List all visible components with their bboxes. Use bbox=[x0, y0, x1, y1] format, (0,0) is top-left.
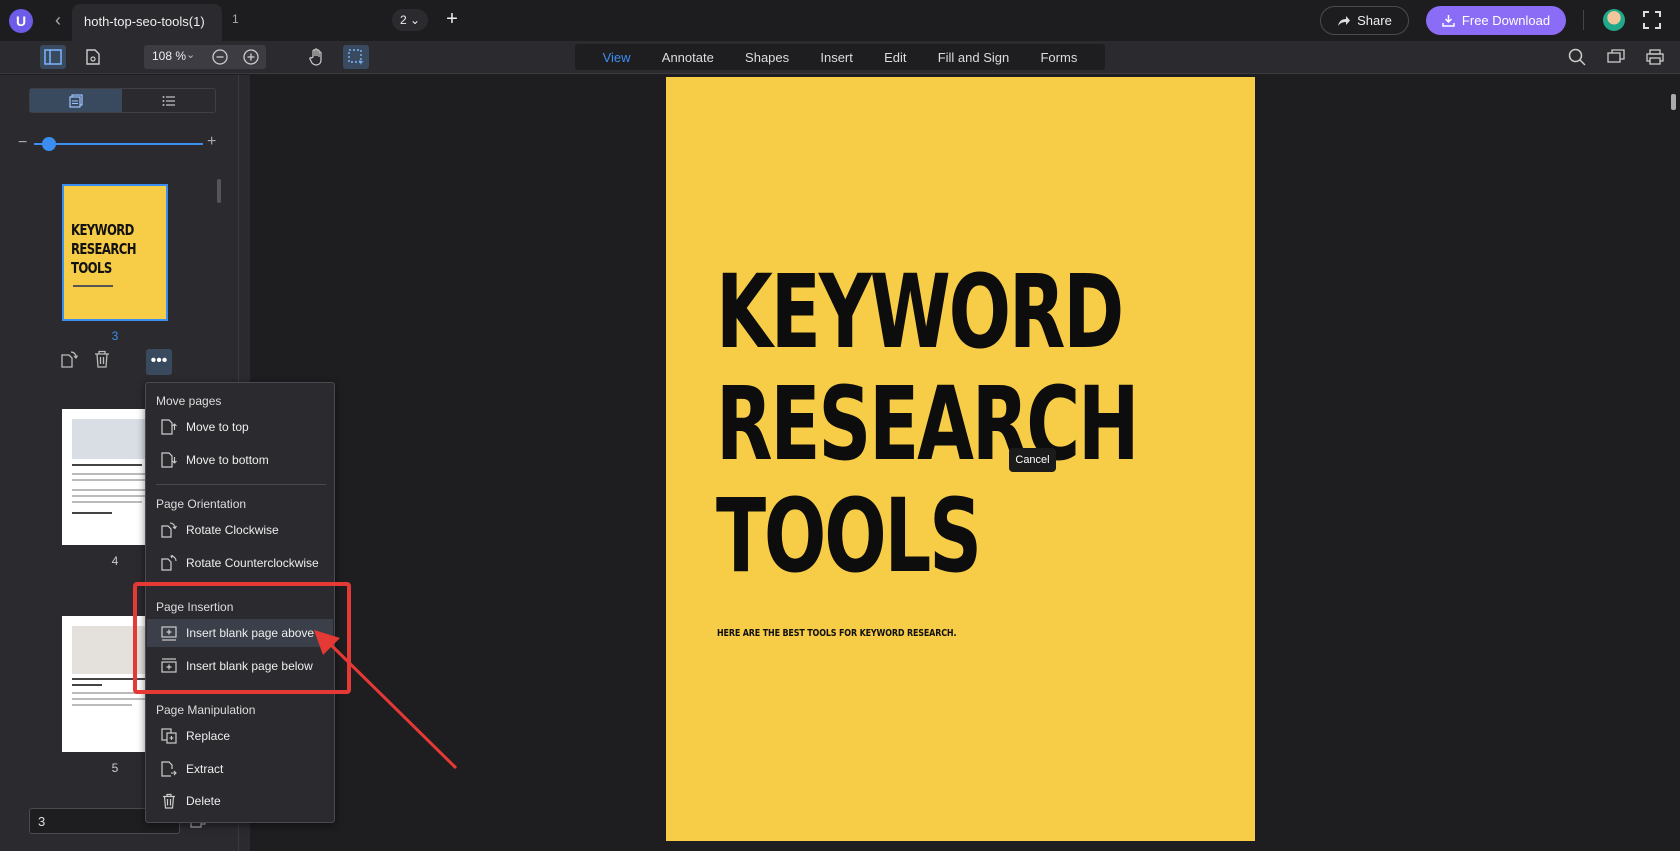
menu-item-move-to-top[interactable]: Move to top bbox=[147, 413, 333, 441]
tab-fill-and-sign[interactable]: Fill and Sign bbox=[938, 50, 1010, 65]
menu-item-move-to-bottom[interactable]: Move to bottom bbox=[147, 446, 333, 474]
menu-item-label: Rotate Counterclockwise bbox=[186, 556, 319, 570]
page-actions bbox=[60, 350, 110, 368]
menu-heading-page-orientation: Page Orientation bbox=[156, 497, 247, 511]
menu-item-label: Replace bbox=[186, 729, 231, 743]
select-tool-icon[interactable] bbox=[343, 45, 369, 69]
slider-handle[interactable] bbox=[42, 137, 56, 151]
fullscreen-icon[interactable] bbox=[1641, 9, 1663, 31]
zoom-out-icon[interactable] bbox=[212, 49, 228, 65]
tab-forms[interactable]: Forms bbox=[1040, 50, 1077, 65]
list-icon bbox=[162, 95, 175, 106]
more-options-button[interactable]: ••• bbox=[146, 349, 172, 375]
move-to-bottom-icon bbox=[161, 452, 177, 468]
download-label: Free Download bbox=[1461, 13, 1551, 28]
rotate-page-icon[interactable] bbox=[60, 350, 78, 368]
rotate-counterclockwise-icon bbox=[161, 555, 177, 571]
menu-item-rotate-clockwise[interactable]: Rotate Clockwise bbox=[147, 516, 333, 544]
mode-tabs: View Annotate Shapes Insert Edit Fill an… bbox=[575, 44, 1105, 70]
zoom-control: 108 % ⌄ bbox=[144, 45, 266, 69]
thumbnail-subtitle-line bbox=[73, 285, 113, 287]
insert-page-below-icon bbox=[161, 658, 177, 673]
thumbnail-zoom-in-icon[interactable]: + bbox=[207, 133, 216, 151]
menu-item-label: Insert blank page below bbox=[186, 659, 313, 673]
scrollbar-thumb[interactable] bbox=[1671, 94, 1676, 110]
thumbnail-view-icon bbox=[69, 93, 83, 108]
menu-item-label: Extract bbox=[186, 762, 224, 776]
back-arrow-icon[interactable]: ‹ bbox=[48, 9, 68, 31]
menu-item-label: Rotate Clockwise bbox=[186, 523, 279, 537]
title-bar: U ‹ hoth-top-seo-tools(1) 1 2 ⌄ + Share … bbox=[0, 0, 1680, 41]
rotate-clockwise-icon bbox=[161, 522, 177, 538]
replace-page-icon bbox=[161, 728, 177, 744]
comments-icon[interactable] bbox=[1603, 45, 1629, 69]
page-context-menu: Move pages Move to top Move to bottom Pa… bbox=[145, 382, 335, 823]
tab-shapes[interactable]: Shapes bbox=[745, 50, 789, 65]
user-avatar[interactable] bbox=[1603, 9, 1625, 31]
sidebar-view-toggle bbox=[29, 88, 216, 113]
menu-item-label: Move to top bbox=[186, 420, 249, 434]
menu-item-replace[interactable]: Replace bbox=[147, 722, 333, 750]
tab-count-label: 2 bbox=[399, 13, 407, 27]
thumbnail-view-button[interactable] bbox=[30, 89, 122, 112]
tab-edit[interactable]: Edit bbox=[884, 50, 906, 65]
menu-heading-page-manipulation: Page Manipulation bbox=[156, 703, 256, 717]
tab-insert[interactable]: Insert bbox=[820, 50, 853, 65]
print-icon[interactable] bbox=[1642, 45, 1668, 69]
main-toolbar: 108 % ⌄ View Annotate Shapes Insert Edit… bbox=[0, 41, 1680, 74]
cancel-tooltip[interactable]: Cancel bbox=[1009, 448, 1056, 472]
outline-view-button[interactable] bbox=[123, 89, 215, 112]
delete-page-icon[interactable] bbox=[94, 350, 110, 368]
free-download-button[interactable]: Free Download bbox=[1426, 6, 1566, 35]
document-subtitle: HERE ARE THE BEST TOOLS FOR KEYWORD RESE… bbox=[717, 628, 957, 639]
add-tab-icon[interactable]: + bbox=[441, 8, 463, 30]
menu-item-label: Move to bottom bbox=[186, 453, 269, 467]
page-number-3: 3 bbox=[111, 329, 119, 343]
zoom-value[interactable]: 108 % bbox=[152, 49, 186, 63]
tab-count-dropdown[interactable]: 2 ⌄ bbox=[392, 9, 428, 31]
thumbnail-zoom-out-icon[interactable]: − bbox=[18, 134, 27, 152]
share-button[interactable]: Share bbox=[1320, 6, 1409, 35]
trash-icon bbox=[163, 793, 175, 809]
thumbnail-size-slider[interactable] bbox=[34, 143, 203, 145]
share-arrow-icon bbox=[1338, 15, 1351, 26]
insert-page-above-icon bbox=[161, 626, 177, 641]
share-label: Share bbox=[1357, 13, 1392, 28]
move-to-top-icon bbox=[161, 419, 177, 435]
menu-item-delete[interactable]: Delete bbox=[147, 787, 333, 815]
tab-view[interactable]: View bbox=[603, 50, 631, 65]
menu-item-label: Insert blank page above bbox=[186, 626, 315, 640]
menu-separator bbox=[156, 484, 326, 485]
document-title: KEYWORD RESEARCH TOOLS bbox=[716, 253, 1139, 596]
extract-page-icon bbox=[161, 761, 177, 777]
tab-annotate[interactable]: Annotate bbox=[662, 50, 714, 65]
menu-item-insert-blank-page-above[interactable]: Insert blank page above bbox=[147, 619, 333, 647]
menu-item-rotate-counterclockwise[interactable]: Rotate Counterclockwise bbox=[147, 549, 333, 577]
menu-item-insert-blank-page-below[interactable]: Insert blank page below bbox=[147, 652, 333, 680]
document-tab-title: hoth-top-seo-tools(1) bbox=[84, 14, 205, 29]
thumbnail-scrollbar[interactable] bbox=[217, 179, 221, 203]
menu-item-extract[interactable]: Extract bbox=[147, 755, 333, 783]
document-tab[interactable]: hoth-top-seo-tools(1) bbox=[72, 4, 222, 41]
search-icon[interactable] bbox=[1564, 45, 1590, 69]
hand-tool-icon[interactable] bbox=[304, 45, 330, 69]
page-settings-icon[interactable] bbox=[80, 45, 106, 69]
pdf-page: KEYWORD RESEARCH TOOLS HERE ARE THE BEST… bbox=[666, 77, 1255, 841]
page-thumbnail-3[interactable]: KEYWORD RESEARCH TOOLS bbox=[62, 184, 168, 321]
menu-heading-move-pages: Move pages bbox=[156, 394, 222, 408]
second-tab[interactable]: 1 bbox=[232, 12, 239, 26]
sidebar-toggle-icon[interactable] bbox=[40, 45, 66, 69]
zoom-in-icon[interactable] bbox=[243, 49, 259, 65]
app-logo: U bbox=[9, 9, 33, 33]
vertical-scrollbar[interactable] bbox=[1663, 75, 1680, 851]
menu-item-label: Delete bbox=[186, 794, 221, 808]
zoom-dropdown-icon[interactable]: ⌄ bbox=[186, 48, 195, 61]
thumbnail-title: KEYWORD RESEARCH TOOLS bbox=[71, 221, 136, 277]
menu-heading-page-insertion: Page Insertion bbox=[156, 600, 234, 614]
divider bbox=[1583, 10, 1584, 30]
download-icon bbox=[1442, 15, 1455, 27]
